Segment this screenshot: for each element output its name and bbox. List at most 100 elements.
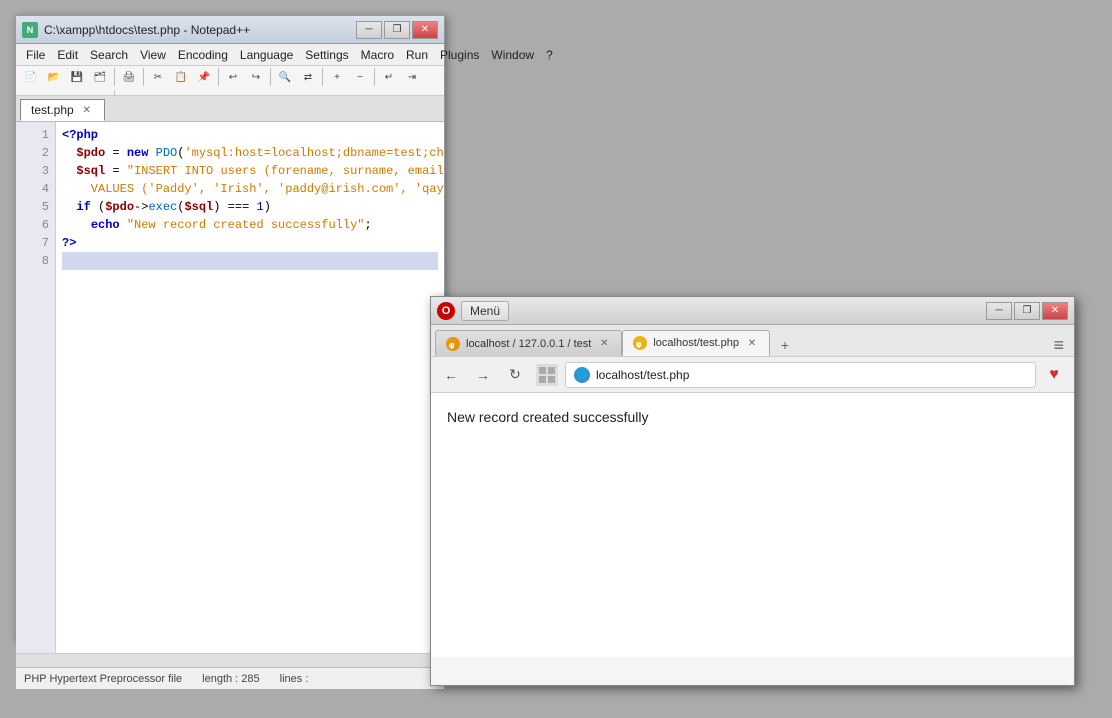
opera-tabs-menu[interactable]: ≡ (1047, 335, 1070, 356)
npp-tab-testphp[interactable]: test.php ✕ (20, 99, 105, 121)
npp-window-controls: ─ ❐ ✕ (356, 21, 438, 39)
opera-tabbar: φ localhost / 127.0.0.1 / test ✕ φ local… (431, 325, 1074, 357)
line-num-3: 3 (16, 162, 55, 180)
toolbar-find[interactable]: 🔍 (274, 66, 296, 88)
toolbar-wrap[interactable]: ↵ (378, 66, 400, 88)
opera-tab2-close[interactable]: ✕ (745, 336, 759, 350)
code-line-4: VALUES ('Paddy', 'Irish', 'paddy@irish.c… (62, 180, 438, 198)
code-line-1: <?php (62, 126, 438, 144)
toolbar-zoomout[interactable]: − (349, 66, 371, 88)
opera-tab1-favicon: φ (446, 337, 460, 351)
menu-window[interactable]: Window (485, 46, 540, 64)
npp-titlebar: N C:\xampp\htdocs\test.php - Notepad++ ─… (16, 16, 444, 44)
opera-minimize-button[interactable]: ─ (986, 302, 1012, 320)
code-line-6: echo "New record created successfully"; (62, 216, 438, 234)
npp-restore-button[interactable]: ❐ (384, 21, 410, 39)
opera-tab1-close[interactable]: ✕ (597, 337, 611, 351)
opera-menu-button[interactable]: Menü (461, 301, 509, 321)
menu-view[interactable]: View (134, 46, 172, 64)
line-num-5: 5 (16, 198, 55, 216)
npp-line-numbers: 1 2 3 4 5 6 7 8 (16, 122, 56, 653)
menu-settings[interactable]: Settings (299, 46, 354, 64)
toolbar-new[interactable]: 📄 (20, 66, 42, 88)
toolbar-sep1 (114, 68, 115, 86)
npp-tabbar: test.php ✕ (16, 96, 444, 122)
npp-tab-close[interactable]: ✕ (80, 103, 94, 117)
toolbar-cut[interactable]: ✂ (147, 66, 169, 88)
svg-text:φ: φ (449, 341, 455, 349)
code-line-3: $sql = "INSERT INTO users (forename, sur… (62, 162, 438, 180)
line-num-2: 2 (16, 144, 55, 162)
line-num-1: 1 (16, 126, 55, 144)
menu-file[interactable]: File (20, 46, 51, 64)
npp-menubar: File Edit Search View Encoding Language … (16, 44, 444, 66)
toolbar-indent[interactable]: ⇥ (401, 66, 423, 88)
opera-forward-button[interactable]: → (469, 362, 497, 388)
toolbar-paste[interactable]: 📌 (193, 66, 215, 88)
opera-titlebar: O Menü ─ ❐ ✕ (431, 297, 1074, 325)
opera-window-controls: ─ ❐ ✕ (986, 302, 1068, 320)
toolbar-open[interactable]: 📂 (43, 66, 65, 88)
opera-tab-localhost[interactable]: φ localhost / 127.0.0.1 / test ✕ (435, 330, 622, 356)
svg-text:φ: φ (636, 340, 642, 348)
opera-navbar: ← → ↻ 🌐 localhost/test.php ♥ (431, 357, 1074, 393)
npp-code-content[interactable]: <?php $pdo = new PDO('mysql:host=localho… (56, 122, 444, 653)
opera-tab1-label: localhost / 127.0.0.1 / test (466, 338, 591, 350)
toolbar-redo[interactable]: ↪ (245, 66, 267, 88)
toolbar-record[interactable]: ⏺ (20, 89, 42, 96)
menu-plugins[interactable]: Plugins (434, 46, 485, 64)
opera-tab2-label: localhost/test.php (653, 337, 739, 349)
menu-run[interactable]: Run (400, 46, 434, 64)
menu-macro[interactable]: Macro (355, 46, 400, 64)
code-line-5: if ($pdo->exec($sql) === 1) (62, 198, 438, 216)
toolbar-explorer[interactable]: 📁 (118, 89, 140, 96)
npp-toolbar: 📄 📂 💾 🗂 🖨 ✂ 📋 📌 ↩ ↪ 🔍 ⇄ + − ↵ ⇥ ⏺ ⏹ ▶ ▶▶… (16, 66, 444, 96)
npp-status-filetype: PHP Hypertext Preprocessor file (24, 673, 182, 685)
toolbar-playall[interactable]: ▶▶ (89, 89, 111, 96)
menu-language[interactable]: Language (234, 46, 299, 64)
toolbar-sep4 (270, 68, 271, 86)
toolbar-zoomin[interactable]: + (326, 66, 348, 88)
toolbar-print[interactable]: 🖨 (118, 66, 140, 88)
toolbar-copy[interactable]: 📋 (170, 66, 192, 88)
opera-content-area: New record created successfully (431, 393, 1074, 657)
code-line-8 (62, 252, 438, 270)
npp-status-lines: lines : (280, 673, 309, 685)
opera-page-message: New record created successfully (447, 409, 649, 425)
npp-horizontal-scrollbar[interactable] (16, 653, 444, 667)
toolbar-play[interactable]: ▶ (66, 89, 88, 96)
toolbar-undo[interactable]: ↩ (222, 66, 244, 88)
line-num-7: 7 (16, 234, 55, 252)
opera-address-text: localhost/test.php (596, 368, 689, 382)
line-num-4: 4 (16, 180, 55, 198)
toolbar-save[interactable]: 💾 (66, 66, 88, 88)
toolbar-sep6 (374, 68, 375, 86)
menu-edit[interactable]: Edit (51, 46, 84, 64)
menu-help[interactable]: ? (540, 46, 559, 64)
opera-addressbar[interactable]: 🌐 localhost/test.php (565, 362, 1036, 388)
npp-close-button[interactable]: ✕ (412, 21, 438, 39)
notepadpp-window: N C:\xampp\htdocs\test.php - Notepad++ ─… (15, 15, 445, 640)
opera-back-button[interactable]: ← (437, 362, 465, 388)
toolbar-replace[interactable]: ⇄ (297, 66, 319, 88)
npp-statusbar: PHP Hypertext Preprocessor file length :… (16, 667, 444, 689)
npp-minimize-button[interactable]: ─ (356, 21, 382, 39)
npp-app-icon: N (22, 22, 38, 38)
toolbar-sep2 (143, 68, 144, 86)
opera-speeddial-button[interactable] (533, 362, 561, 388)
code-line-7: ?> (62, 234, 438, 252)
menu-encoding[interactable]: Encoding (172, 46, 234, 64)
npp-code-area[interactable]: 1 2 3 4 5 6 7 8 <?php $pdo = new PDO('my… (16, 122, 444, 653)
code-line-2: $pdo = new PDO('mysql:host=localhost;dbn… (62, 144, 438, 162)
opera-restore-button[interactable]: ❐ (1014, 302, 1040, 320)
opera-reload-button[interactable]: ↻ (501, 362, 529, 388)
menu-search[interactable]: Search (84, 46, 134, 64)
opera-bookmark-button[interactable]: ♥ (1040, 362, 1068, 388)
opera-close-button[interactable]: ✕ (1042, 302, 1068, 320)
opera-new-tab-button[interactable]: + (774, 334, 796, 356)
npp-editor: 1 2 3 4 5 6 7 8 <?php $pdo = new PDO('my… (16, 122, 444, 667)
speeddial-icon (536, 364, 558, 386)
toolbar-stop[interactable]: ⏹ (43, 89, 65, 96)
toolbar-saveall[interactable]: 🗂 (89, 66, 111, 88)
opera-tab-testphp[interactable]: φ localhost/test.php ✕ (622, 330, 770, 356)
